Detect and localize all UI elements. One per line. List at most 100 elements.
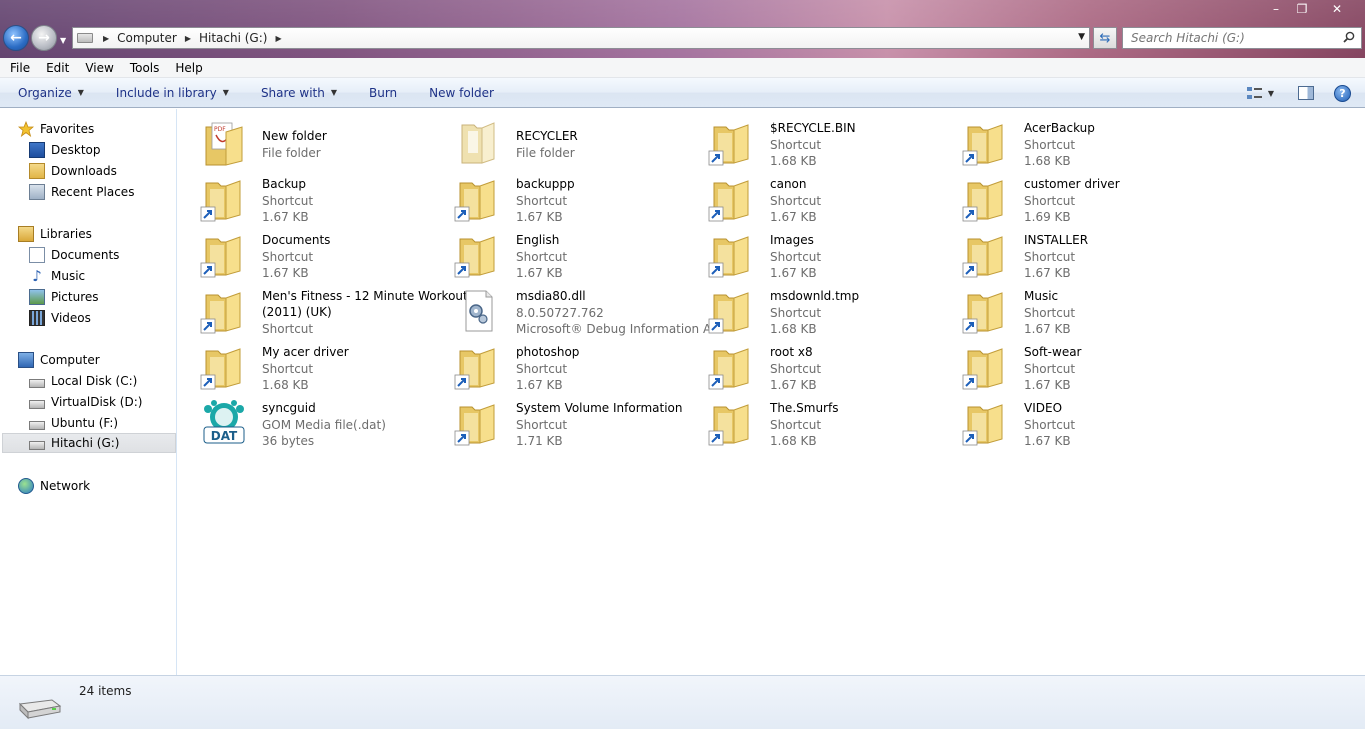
nav-item-downloads[interactable]: Downloads <box>29 161 117 181</box>
minimize-button[interactable]: – <box>1263 0 1289 18</box>
item-count: 24 items <box>79 684 132 698</box>
change-view-icon[interactable] <box>1246 85 1264 101</box>
back-button[interactable]: ← <box>3 25 29 51</box>
file-name: msdownld.tmp <box>770 289 860 303</box>
file-size: 1.68 KB <box>770 434 817 448</box>
file-list: PDF New folder File folder RECYCLER File fol… <box>178 109 1365 675</box>
file-item[interactable]: msdownld.tmp Shortcut 1.68 KB <box>698 283 948 337</box>
file-type: Shortcut <box>516 362 568 376</box>
new-folder-button[interactable]: New folder <box>413 86 510 100</box>
file-item[interactable]: Documents Shortcut 1.67 KB <box>190 227 440 281</box>
navigation-pane: Favorites Desktop Downloads Recent Place… <box>0 109 177 675</box>
menu-edit[interactable]: Edit <box>38 61 77 75</box>
file-item[interactable]: INSTALLER Shortcut 1.67 KB <box>952 227 1202 281</box>
file-size: 1.68 KB <box>770 322 817 336</box>
drive-icon <box>29 440 45 450</box>
address-dropdown-icon[interactable]: ▼ <box>1078 32 1085 42</box>
nav-network[interactable]: Network <box>18 476 90 496</box>
address-bar[interactable]: ▶ Computer ▶ Hitachi (G:) ▶ ▼ <box>72 27 1090 49</box>
file-item[interactable]: msdia80.dll 8.0.50727.762 Microsoft® Debug… <box>444 283 722 337</box>
nav-item-pictures[interactable]: Pictures <box>29 287 99 307</box>
file-size: 1.71 KB <box>516 434 563 448</box>
search-input[interactable] <box>1123 31 1333 45</box>
nav-item-ubuntu-f[interactable]: Ubuntu (F:) <box>29 413 118 433</box>
file-item[interactable]: canon Shortcut 1.67 KB <box>698 171 948 225</box>
breadcrumb-hitachi[interactable]: Hitachi (G:) <box>199 31 267 45</box>
file-item[interactable]: My acer driver Shortcut 1.68 KB <box>190 339 440 393</box>
nav-item-videos[interactable]: Videos <box>29 308 91 328</box>
forward-button[interactable]: → <box>31 25 57 51</box>
breadcrumb-arrow-icon[interactable]: ▶ <box>275 34 281 43</box>
menu-view[interactable]: View <box>77 61 121 75</box>
recent-pages-dropdown[interactable]: ▼ <box>60 36 66 45</box>
file-item[interactable]: AcerBackup Shortcut 1.68 KB <box>952 115 1202 169</box>
file-item[interactable]: Men's Fitness - 12 Minute Workout (2011) … <box>190 283 468 337</box>
nav-item-virtualdisk-d[interactable]: VirtualDisk (D:) <box>29 392 142 412</box>
nav-computer[interactable]: Computer <box>18 350 100 370</box>
breadcrumb-computer[interactable]: Computer <box>117 31 177 45</box>
file-item[interactable]: English Shortcut 1.67 KB <box>444 227 694 281</box>
menu-tools[interactable]: Tools <box>122 61 168 75</box>
file-item[interactable]: Images Shortcut 1.67 KB <box>698 227 948 281</box>
file-item[interactable]: RECYCLER File folder <box>444 115 694 169</box>
file-size: 1.67 KB <box>516 378 563 392</box>
file-item[interactable]: photoshop Shortcut 1.67 KB <box>444 339 694 393</box>
documents-icon <box>29 247 45 263</box>
nav-item-local-disk-c[interactable]: Local Disk (C:) <box>29 371 137 391</box>
views-dropdown-icon[interactable]: ▼ <box>1268 89 1274 98</box>
file-item[interactable]: PDF New folder File folder <box>190 115 440 169</box>
file-item[interactable]: DAT syncguid GOM Media file(.dat) 36 bytes <box>190 395 440 449</box>
svg-text:DAT: DAT <box>211 429 238 443</box>
file-item[interactable]: VIDEO Shortcut 1.67 KB <box>952 395 1202 449</box>
file-name: Backup <box>262 177 306 191</box>
file-item[interactable]: customer driver Shortcut 1.69 KB <box>952 171 1202 225</box>
file-name: New folder <box>262 129 327 143</box>
burn-button[interactable]: Burn <box>353 86 413 100</box>
preview-pane-icon[interactable] <box>1298 86 1314 100</box>
file-item[interactable]: Music Shortcut 1.67 KB <box>952 283 1202 337</box>
file-type: Shortcut <box>1024 418 1076 432</box>
search-icon[interactable] <box>1343 31 1355 43</box>
hard-drive-icon <box>18 699 62 720</box>
organize-button[interactable]: Organize ▼ <box>0 86 100 100</box>
close-button[interactable]: ✕ <box>1315 0 1359 18</box>
file-size: 1.69 KB <box>1024 210 1071 224</box>
file-item[interactable]: $RECYCLE.BIN Shortcut 1.68 KB <box>698 115 948 169</box>
folder-shortcut-icon <box>200 175 248 223</box>
nav-item-documents[interactable]: Documents <box>29 245 119 265</box>
nav-favorites[interactable]: Favorites <box>17 119 94 139</box>
file-item[interactable]: System Volume Information Shortcut 1.71 KB <box>444 395 694 449</box>
file-name: Music <box>1024 289 1059 303</box>
share-with-button[interactable]: Share with ▼ <box>245 86 353 100</box>
nav-item-hitachi-g[interactable]: Hitachi (G:) <box>2 433 176 453</box>
nav-item-music[interactable]: ♪ Music <box>29 266 85 286</box>
file-item[interactable]: The.Smurfs Shortcut 1.68 KB <box>698 395 948 449</box>
include-in-library-button[interactable]: Include in library ▼ <box>100 86 245 100</box>
nav-item-desktop[interactable]: Desktop <box>29 140 101 160</box>
file-size: 1.67 KB <box>1024 378 1071 392</box>
folder-shortcut-icon <box>708 231 756 279</box>
nav-item-recent-places[interactable]: Recent Places <box>29 182 134 202</box>
refresh-button[interactable]: ⇆ <box>1093 27 1117 49</box>
breadcrumb-arrow-icon[interactable]: ▶ <box>185 34 191 43</box>
file-item[interactable]: backuppp Shortcut 1.67 KB <box>444 171 694 225</box>
file-name: canon <box>770 177 807 191</box>
search-box[interactable] <box>1122 27 1362 49</box>
nav-libraries[interactable]: Libraries <box>18 224 92 244</box>
menu-file[interactable]: File <box>0 61 38 75</box>
maximize-button[interactable]: ❐ <box>1289 0 1315 18</box>
file-size: 1.67 KB <box>770 210 817 224</box>
folder-shortcut-icon <box>200 287 248 335</box>
menu-help[interactable]: Help <box>167 61 210 75</box>
chevron-down-icon: ▼ <box>77 88 84 97</box>
file-item[interactable]: Backup Shortcut 1.67 KB <box>190 171 440 225</box>
file-item[interactable]: Soft-wear Shortcut 1.67 KB <box>952 339 1202 393</box>
folder-shortcut-icon <box>962 231 1010 279</box>
breadcrumb-arrow-icon[interactable]: ▶ <box>103 34 109 43</box>
forward-arrow-icon: → <box>38 30 50 46</box>
command-bar: Organize ▼ Include in library ▼ Share with… <box>0 78 1365 108</box>
help-icon[interactable]: ? <box>1334 84 1351 102</box>
file-size: 1.68 KB <box>262 378 309 392</box>
file-item[interactable]: root x8 Shortcut 1.67 KB <box>698 339 948 393</box>
folder-shortcut-icon <box>962 119 1010 167</box>
